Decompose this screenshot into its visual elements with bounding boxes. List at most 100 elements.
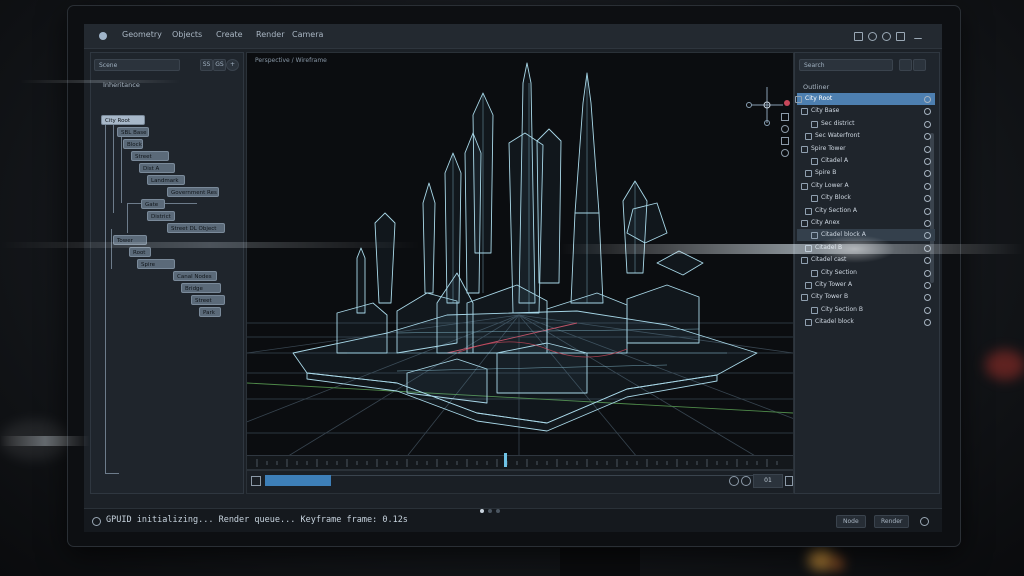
expand-toggle-icon[interactable] [801, 182, 808, 190]
expand-toggle-icon[interactable] [801, 145, 808, 153]
visibility-icon[interactable] [924, 232, 931, 240]
visibility-icon[interactable] [924, 182, 931, 190]
minimize-icon[interactable] [914, 32, 922, 39]
expand-toggle-icon[interactable] [811, 269, 818, 277]
outliner-row[interactable]: Citadel block [797, 316, 935, 328]
outliner-row[interactable]: City Block [797, 192, 935, 204]
outliner-row[interactable]: City Anex [797, 217, 935, 229]
outliner-row[interactable]: Sec district [797, 118, 935, 130]
orbit-icon[interactable] [781, 125, 789, 133]
node-tower[interactable]: Tower [113, 235, 147, 245]
expand-toggle-icon[interactable] [811, 120, 818, 128]
expand-toggle-icon[interactable] [805, 319, 812, 327]
expand-toggle-icon[interactable] [805, 244, 812, 252]
expand-toggle-icon[interactable] [805, 133, 812, 141]
play-icon[interactable] [729, 476, 739, 486]
expand-toggle-icon[interactable] [795, 96, 802, 103]
panel-add-icon[interactable]: + [226, 59, 239, 71]
loop-icon[interactable] [251, 476, 261, 486]
outliner-row[interactable]: City Root [795, 93, 935, 105]
outliner-row[interactable]: Sec Waterfront [797, 130, 935, 142]
node-city-root[interactable]: City Root [101, 115, 145, 125]
zoom-icon[interactable] [781, 149, 789, 157]
node-dist-a[interactable]: Dist A [139, 163, 175, 173]
visibility-icon[interactable] [924, 220, 931, 227]
expand-toggle-icon[interactable] [811, 195, 818, 203]
visibility-icon[interactable] [924, 120, 931, 128]
expand-toggle-icon[interactable] [805, 170, 812, 178]
outliner-row[interactable]: Citadel block A [797, 229, 935, 242]
visibility-icon[interactable] [924, 257, 931, 265]
node-root[interactable]: Root [129, 247, 151, 257]
visibility-icon[interactable] [924, 244, 931, 252]
outliner-settings-icon[interactable] [913, 59, 926, 71]
visibility-icon[interactable] [924, 170, 931, 178]
node-bridge[interactable]: Bridge [181, 283, 221, 293]
outliner-search-input[interactable]: Search [799, 59, 893, 71]
expand-toggle-icon[interactable] [801, 220, 808, 227]
time-ruler[interactable] [247, 455, 793, 469]
visibility-icon[interactable] [924, 195, 931, 203]
outliner-row[interactable]: City Section [797, 267, 935, 279]
stop-icon[interactable] [741, 476, 751, 486]
visibility-icon[interactable] [924, 96, 931, 103]
menu-camera[interactable]: Camera [292, 30, 323, 39]
status-settings-icon[interactable] [920, 517, 929, 526]
outliner-row[interactable]: Spire B [797, 167, 935, 179]
node-park[interactable]: Park [199, 307, 221, 317]
status-button-node[interactable]: Node [836, 515, 866, 528]
settings-icon[interactable] [882, 32, 891, 41]
expand-toggle-icon[interactable] [811, 232, 818, 240]
outliner-row[interactable]: City Tower A [797, 279, 935, 291]
view-perspective-icon[interactable] [781, 113, 789, 121]
timeline-range[interactable] [265, 475, 331, 486]
expand-toggle-icon[interactable] [805, 282, 812, 289]
3d-viewport[interactable]: Perspective / Wireframe [246, 52, 794, 470]
visibility-icon[interactable] [924, 133, 931, 141]
pan-icon[interactable] [781, 137, 789, 145]
expand-toggle-icon[interactable] [801, 257, 808, 265]
visibility-icon[interactable] [924, 306, 931, 314]
node-street-dl-object[interactable]: Street DL Object [167, 223, 225, 233]
menu-objects[interactable]: Objects [172, 30, 202, 39]
expand-toggle-icon[interactable] [811, 306, 818, 314]
visibility-icon[interactable] [924, 294, 931, 302]
outliner-row[interactable]: Citadel B [797, 242, 935, 254]
node-government-res[interactable]: Government Res [167, 187, 219, 197]
expand-toggle-icon[interactable] [805, 207, 812, 215]
node-block[interactable]: Block [123, 139, 143, 149]
window-icon[interactable] [896, 32, 905, 41]
visibility-icon[interactable] [924, 319, 931, 327]
record-icon[interactable] [868, 32, 877, 41]
frame-field[interactable]: 01 [753, 474, 783, 488]
node-sbl-base[interactable]: SBL Base [117, 127, 149, 137]
status-button-render[interactable]: Render [874, 515, 910, 528]
visibility-icon[interactable] [924, 207, 931, 215]
hierarchy-search-input[interactable]: Scene [94, 59, 180, 71]
menu-geometry[interactable]: Geometry [122, 30, 162, 39]
outliner-row[interactable]: City Tower B [797, 291, 935, 303]
panel-button-ss[interactable]: SS [200, 59, 213, 71]
visibility-icon[interactable] [924, 269, 931, 277]
outliner-row[interactable]: City Lower A [797, 180, 935, 192]
menu-create[interactable]: Create [216, 30, 243, 39]
timeline-playhead[interactable] [504, 453, 507, 467]
node-street[interactable]: Street [131, 151, 169, 161]
node-canal-nodes[interactable]: Canal Nodes [173, 271, 217, 281]
visibility-icon[interactable] [924, 282, 931, 289]
panel-button-gs[interactable]: GS [213, 59, 226, 71]
visibility-icon[interactable] [924, 158, 931, 165]
node-gate[interactable]: Gate [141, 199, 165, 209]
node-landmark[interactable]: Landmark [147, 175, 185, 185]
node-street-2[interactable]: Street [191, 295, 225, 305]
outliner-row[interactable]: Citadel A [797, 155, 935, 167]
page-indicator[interactable] [480, 498, 504, 517]
node-spire[interactable]: Spire [137, 259, 175, 269]
outliner-row[interactable]: City Section A [797, 205, 935, 217]
expand-toggle-icon[interactable] [801, 294, 808, 302]
expand-toggle-icon[interactable] [801, 108, 808, 116]
outliner-row[interactable]: City Section B [797, 304, 935, 316]
outliner-filter-icon[interactable] [899, 59, 912, 71]
save-icon[interactable] [854, 32, 863, 41]
node-district[interactable]: District [147, 211, 175, 221]
